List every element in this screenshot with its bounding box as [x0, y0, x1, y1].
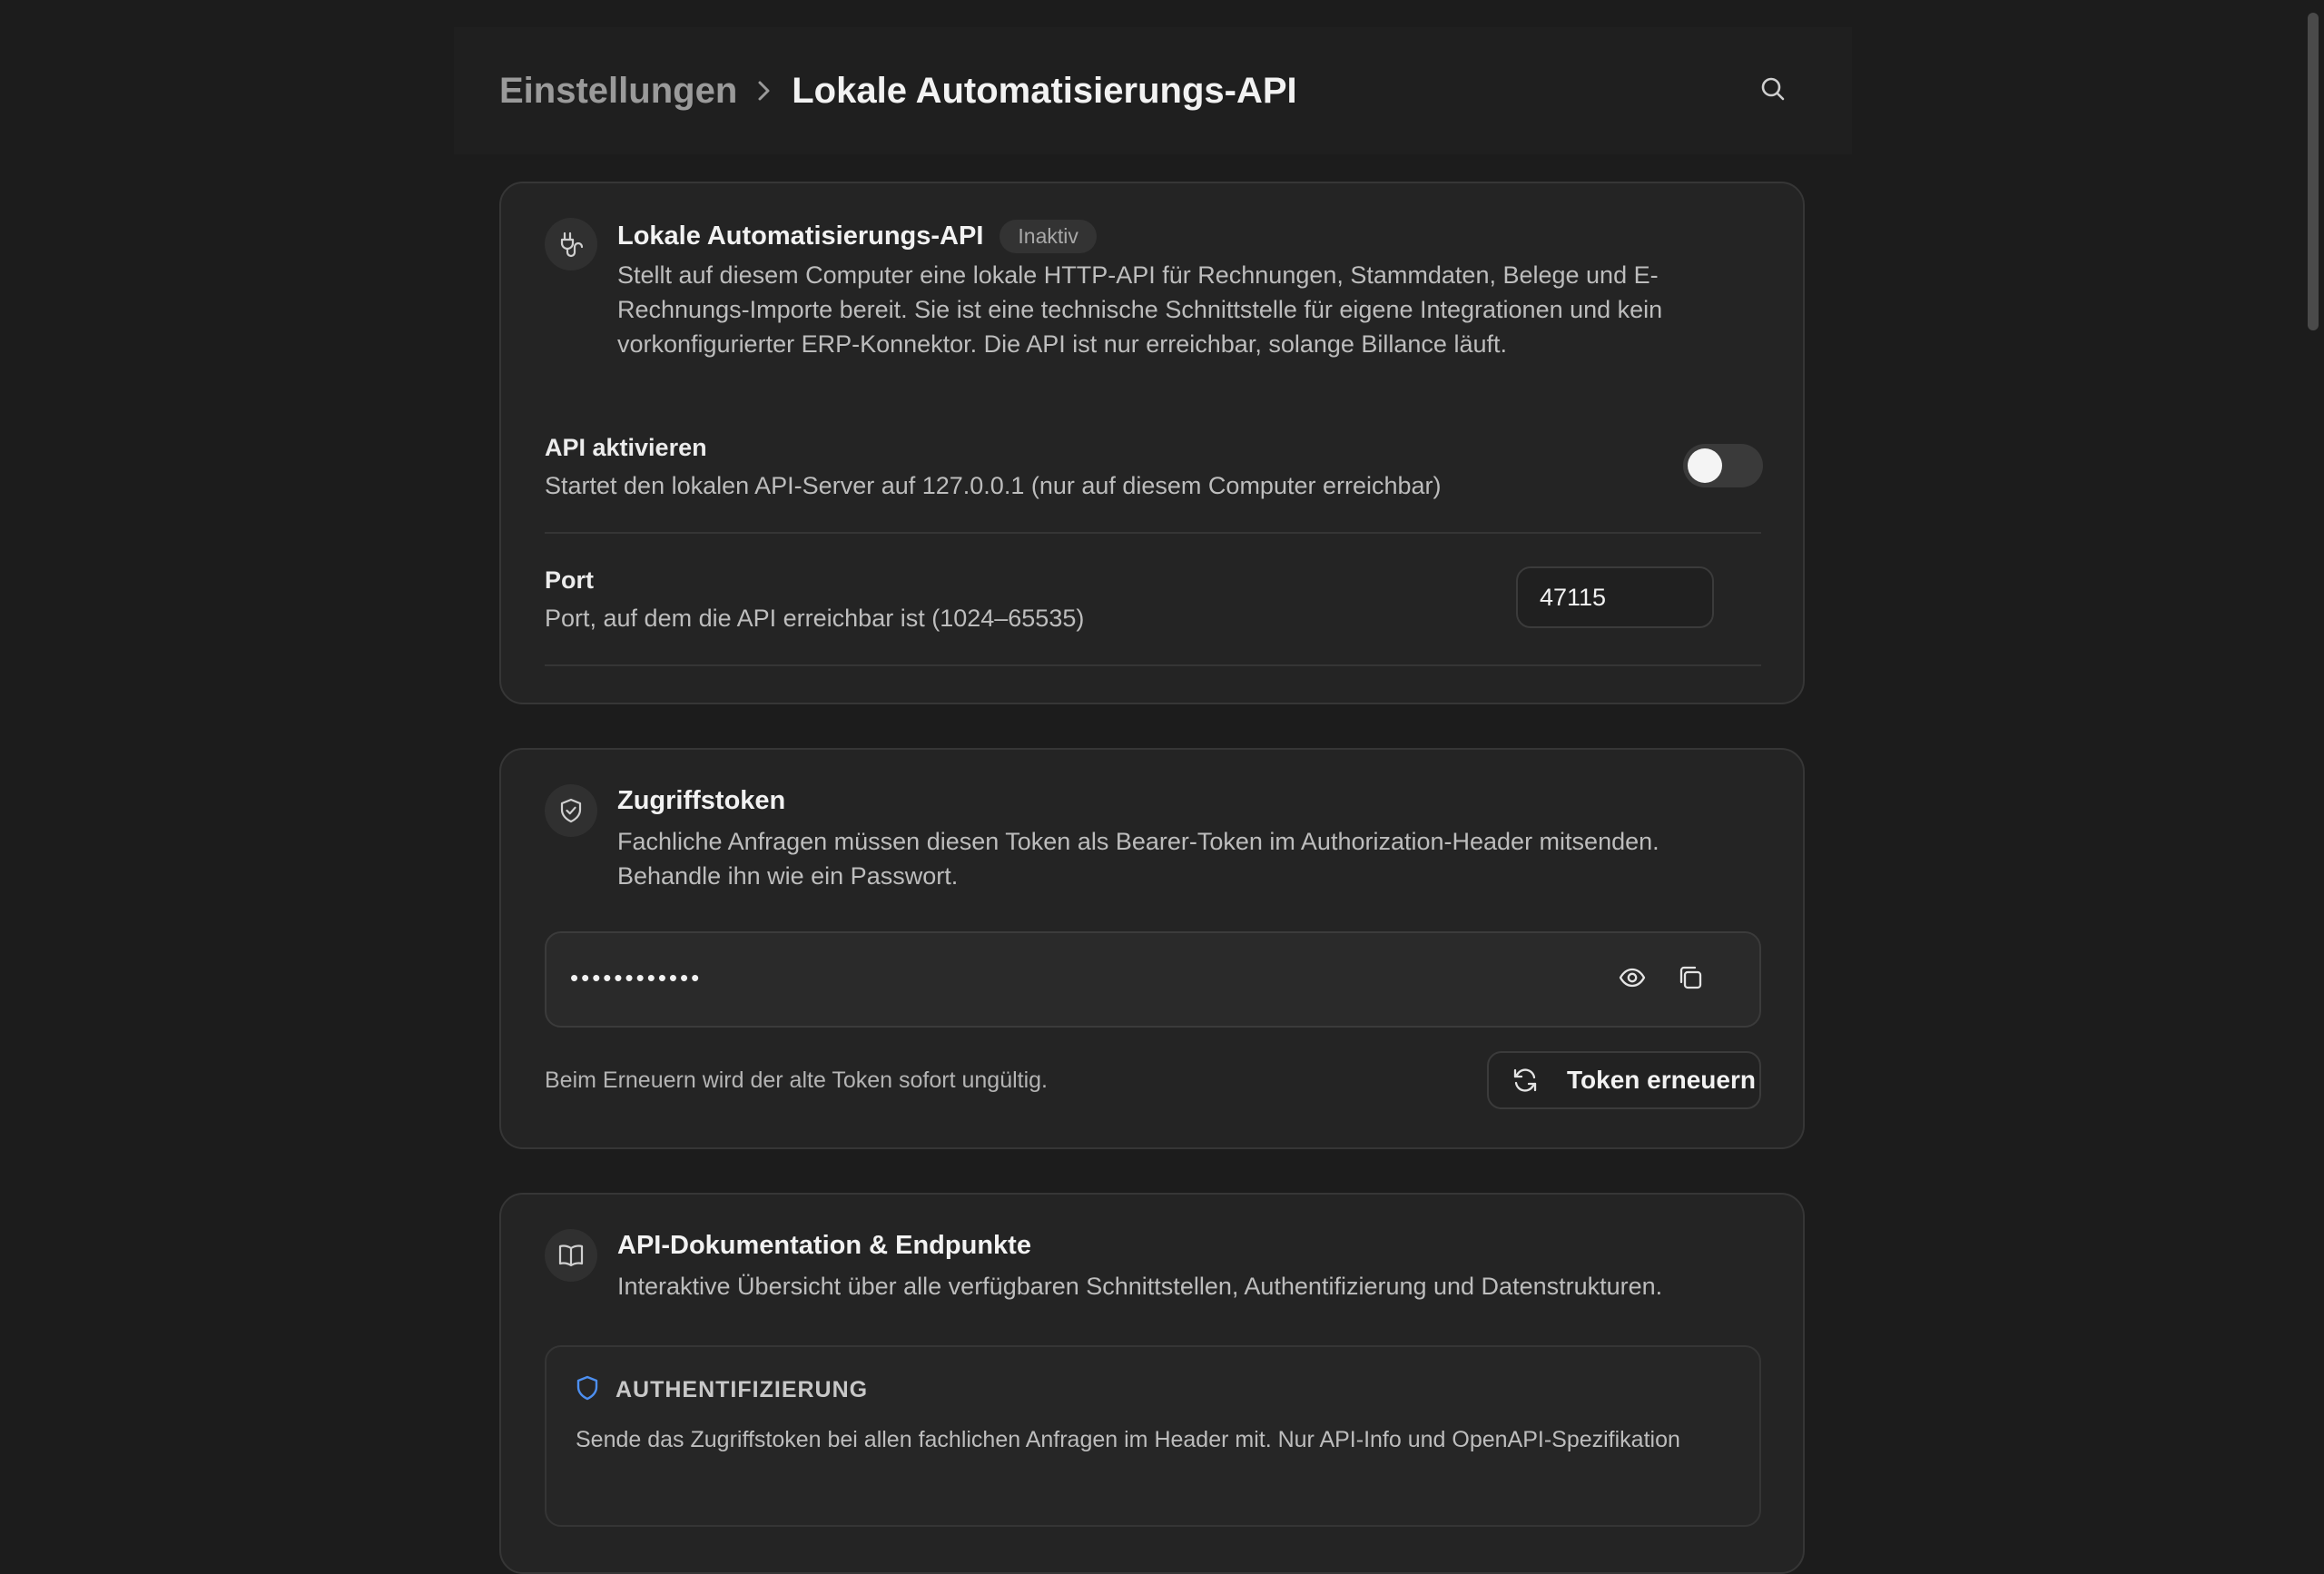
auth-section: AUTHENTIFIZIERUNG Sende das Zugriffstoke…: [545, 1345, 1761, 1527]
api-card-title-text: Lokale Automatisierungs-API: [617, 221, 984, 251]
renew-note: Beim Erneuern wird der alte Token sofort…: [545, 1067, 1049, 1093]
token-card-description: Fachliche Anfragen müssen diesen Token a…: [617, 828, 1659, 890]
shield-check-icon: [545, 784, 597, 837]
refresh-icon: [1502, 1066, 1549, 1095]
show-token-button[interactable]: [1609, 956, 1656, 1003]
api-enable-label: API aktivieren: [545, 434, 707, 461]
api-enable-description: Startet den lokalen API-Server auf 127.0…: [545, 472, 1442, 499]
breadcrumb: Einstellungen Lokale Automatisierungs-AP…: [499, 65, 1297, 116]
eye-icon: [1618, 963, 1647, 997]
token-card-title: Zugriffstoken: [617, 786, 786, 815]
scrollbar-thumb[interactable]: [2308, 13, 2319, 330]
copy-icon: [1676, 963, 1705, 997]
renew-token-button[interactable]: Token erneuern: [1487, 1051, 1761, 1109]
api-card-description: Stellt auf diesem Computer eine lokale H…: [617, 261, 1663, 358]
token-field[interactable]: ••••••••••••: [545, 931, 1761, 1028]
page-title: Lokale Automatisierungs-API: [792, 70, 1297, 111]
api-card-title: Lokale Automatisierungs-API Inaktiv: [617, 220, 1097, 253]
status-badge: Inaktiv: [1000, 220, 1097, 253]
port-label: Port: [545, 566, 594, 594]
docs-card-description: Interaktive Übersicht über alle verfügba…: [617, 1273, 1663, 1300]
auth-description: Sende das Zugriffstoken bei allen fachli…: [576, 1427, 1680, 1452]
divider: [545, 532, 1761, 534]
search-button[interactable]: [1748, 71, 1797, 111]
docs-card: API-Dokumentation & Endpunkte Interaktiv…: [499, 1193, 1805, 1574]
divider: [545, 664, 1761, 666]
book-icon: [545, 1229, 597, 1282]
masked-token: ••••••••••••: [570, 964, 703, 991]
toggle-knob: [1688, 448, 1722, 483]
plug-icon: [545, 218, 597, 271]
copy-token-button[interactable]: [1667, 956, 1714, 1003]
token-card: Zugriffstoken Fachliche Anfragen müssen …: [499, 748, 1805, 1149]
shield-icon: [574, 1374, 601, 1406]
api-settings-card: Lokale Automatisierungs-API Inaktiv Stel…: [499, 182, 1805, 704]
chevron-right-icon: [737, 79, 792, 103]
search-icon: [1759, 75, 1787, 107]
docs-card-title: API-Dokumentation & Endpunkte: [617, 1231, 1031, 1260]
api-enable-toggle[interactable]: [1683, 444, 1763, 487]
breadcrumb-parent-link[interactable]: Einstellungen: [499, 71, 737, 112]
port-input[interactable]: [1516, 566, 1714, 628]
auth-header: AUTHENTIFIZIERUNG: [574, 1374, 868, 1406]
auth-title: AUTHENTIFIZIERUNG: [615, 1377, 869, 1402]
port-description: Port, auf dem die API erreichbar ist (10…: [545, 605, 1085, 632]
renew-token-label: Token erneuern: [1567, 1066, 1756, 1094]
